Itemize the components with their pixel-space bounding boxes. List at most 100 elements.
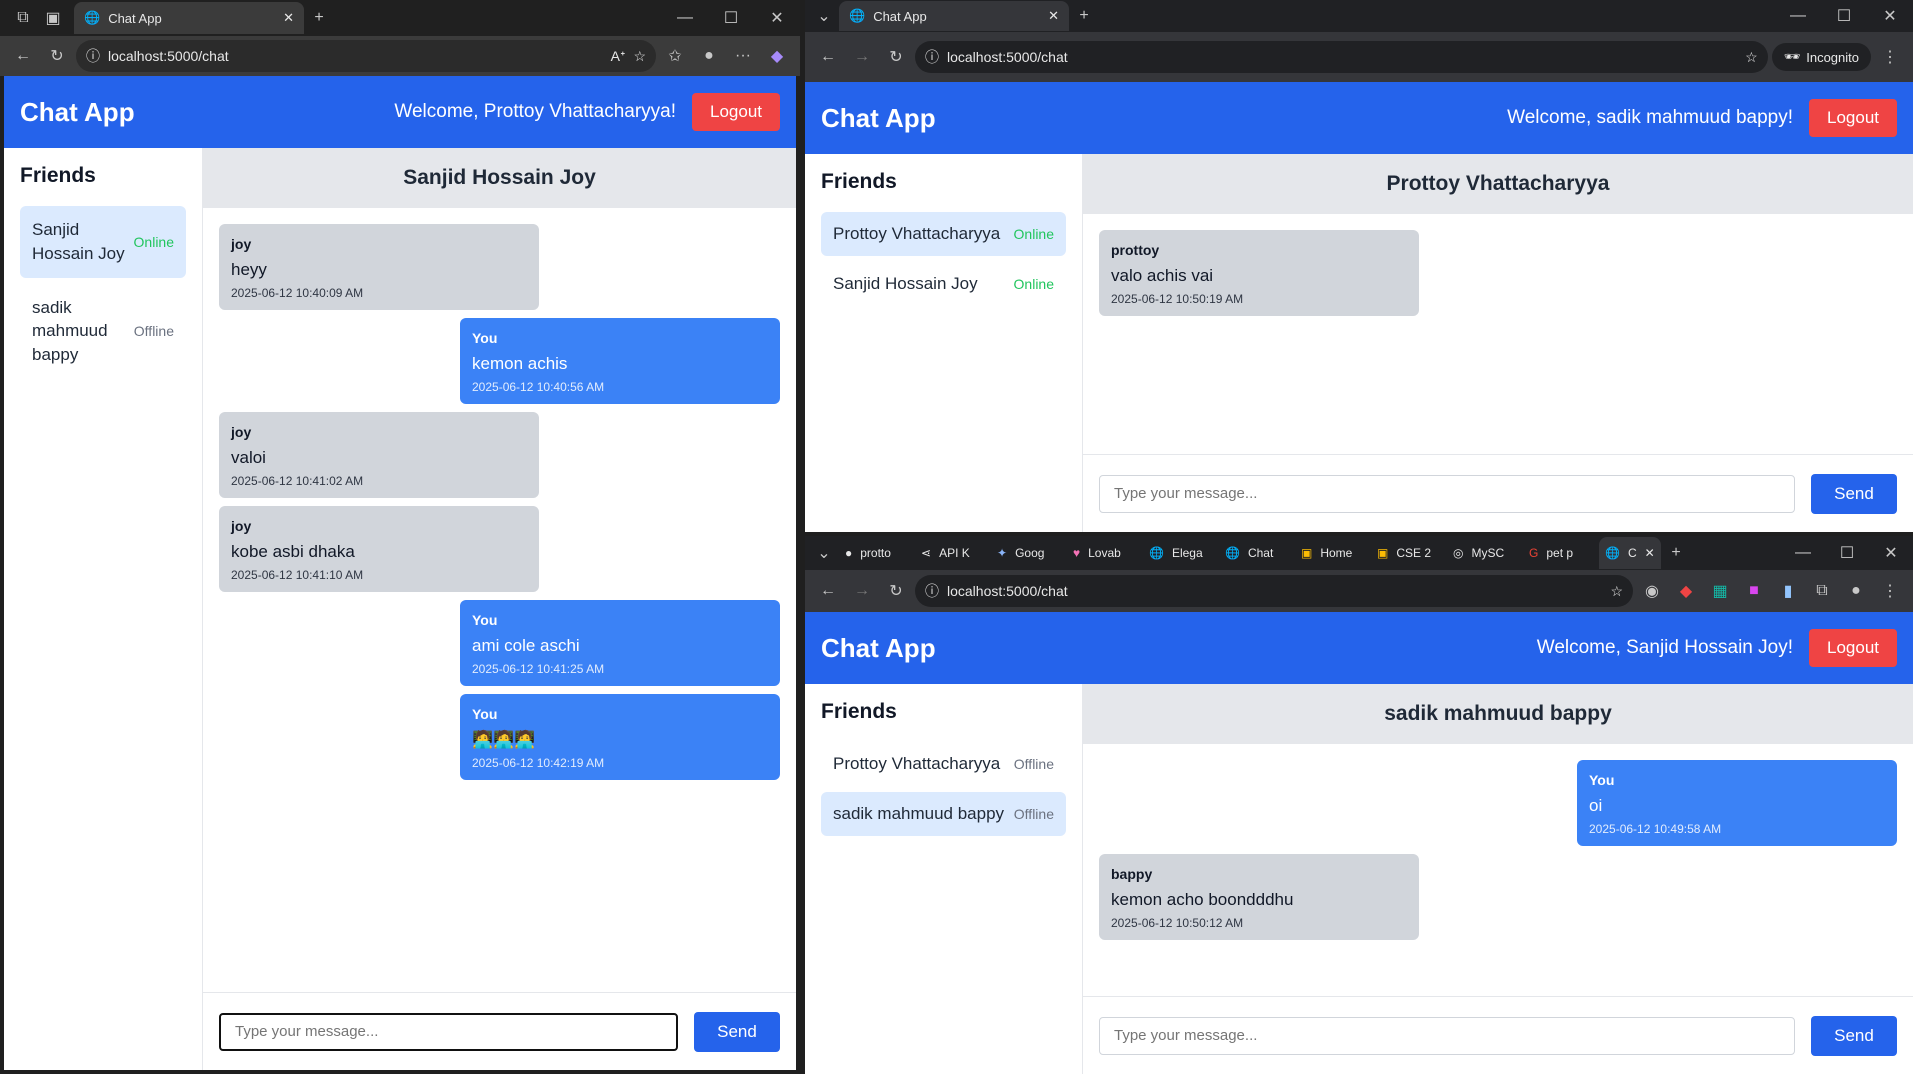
favorites-icon[interactable]: ✩ xyxy=(660,41,690,71)
incognito-badge[interactable]: 🕶 Incognito xyxy=(1771,43,1871,71)
logout-button[interactable]: Logout xyxy=(692,93,780,131)
tab-chat-app[interactable]: 🌐 Chat App ✕ xyxy=(74,2,304,34)
info-icon: ⓘ xyxy=(925,49,939,65)
refresh-icon[interactable]: ↻ xyxy=(42,41,72,71)
message-list: prottoy valo achis vai 2025-06-12 10:50:… xyxy=(1083,214,1913,454)
message-time: 2025-06-12 10:40:09 AM xyxy=(231,286,364,300)
url-text: localhost:5000/chat xyxy=(108,48,229,64)
bookmark-star-icon[interactable]: ☆ xyxy=(1610,583,1623,600)
friend-item[interactable]: Sanjid Hossain Joy Online xyxy=(20,206,186,278)
friend-item[interactable]: sadik mahmuud bappy Offline xyxy=(20,284,186,379)
maximize-icon[interactable]: ☐ xyxy=(1821,1,1867,31)
minimize-icon[interactable]: — xyxy=(1775,1,1821,31)
send-button[interactable]: Send xyxy=(1811,1015,1897,1056)
message-sender: bappy xyxy=(1111,866,1153,882)
chat-title: sadik mahmuud bappy xyxy=(1083,684,1913,744)
more-menu-icon[interactable]: ⋮ xyxy=(1875,576,1905,606)
incognito-label: Incognito xyxy=(1806,49,1859,65)
forward-icon[interactable]: → xyxy=(847,42,877,72)
message-sender: You xyxy=(1589,772,1615,788)
close-tab-icon[interactable]: ✕ xyxy=(1048,8,1059,24)
omnibox[interactable]: ⓘ localhost:5000/chat ☆ xyxy=(915,575,1633,607)
back-icon[interactable]: ← xyxy=(813,576,843,606)
more-menu-icon[interactable]: ⋮ xyxy=(1875,42,1905,72)
omnibox[interactable]: ⓘ localhost:5000/chat ☆ xyxy=(915,41,1768,73)
tab-item[interactable]: ⋖ API K xyxy=(915,537,991,569)
new-tab-icon[interactable]: + xyxy=(304,3,334,33)
message-input[interactable] xyxy=(1099,1016,1795,1055)
close-window-icon[interactable]: ✕ xyxy=(754,3,800,33)
favorite-star-icon[interactable]: ☆ xyxy=(633,48,646,65)
tab-item[interactable]: ◎ MySC xyxy=(1447,537,1523,569)
friend-item[interactable]: Prottoy Vhattacharyya Offline xyxy=(821,742,1066,786)
extension-icon[interactable]: ▦ xyxy=(1705,576,1735,606)
message-incoming: prottoy valo achis vai 2025-06-12 10:50:… xyxy=(1099,230,1419,316)
omnibox[interactable]: ⓘ localhost:5000/chat Aᐩ ☆ xyxy=(76,40,656,72)
bookmark-star-icon[interactable]: ☆ xyxy=(1745,49,1758,66)
read-aloud-icon[interactable]: Aᐩ xyxy=(611,48,626,65)
logout-button[interactable]: Logout xyxy=(1809,99,1897,137)
refresh-icon[interactable]: ↻ xyxy=(881,576,911,606)
minimize-icon[interactable]: — xyxy=(662,3,708,33)
friend-item[interactable]: Prottoy Vhattacharyya Online xyxy=(821,212,1066,256)
message-outgoing: You oi 2025-06-12 10:49:58 AM xyxy=(1577,760,1897,846)
friend-name: Sanjid Hossain Joy xyxy=(833,274,978,293)
tab-item[interactable]: ● protto xyxy=(839,537,915,569)
message-text: kobe asbi dhaka xyxy=(231,542,355,561)
message-input[interactable] xyxy=(219,1012,678,1051)
bottom-right-chat-app: Chat App Welcome, Sanjid Hossain Joy! Lo… xyxy=(805,612,1913,1074)
maximize-icon[interactable]: ☐ xyxy=(1825,538,1869,568)
chat-title: Sanjid Hossain Joy xyxy=(203,148,796,208)
send-button[interactable]: Send xyxy=(694,1011,780,1052)
classroom-icon: ▣ xyxy=(1377,546,1389,560)
new-tab-icon[interactable]: + xyxy=(1661,538,1691,568)
chat-title: Prottoy Vhattacharyya xyxy=(1083,154,1913,214)
app-header: Chat App Welcome, sadik mahmuud bappy! L… xyxy=(805,82,1913,154)
close-window-icon[interactable]: ✕ xyxy=(1869,538,1913,568)
workspaces-icon[interactable]: ⧉ xyxy=(8,3,38,33)
refresh-icon[interactable]: ↻ xyxy=(881,42,911,72)
more-menu-icon[interactable]: ··· xyxy=(728,41,758,71)
close-tab-icon[interactable]: ✕ xyxy=(1645,546,1655,560)
extension-icon[interactable]: ◆ xyxy=(1671,576,1701,606)
forward-icon[interactable]: → xyxy=(847,576,877,606)
tab-search-icon[interactable]: ⌄ xyxy=(809,538,839,568)
chrome-address-bar: ← → ↻ ⓘ localhost:5000/chat ☆ ◉ ◆ ▦ ■ ▮ … xyxy=(805,570,1913,612)
tab-item[interactable]: ▣ CSE 2 xyxy=(1371,537,1447,569)
extensions-puzzle-icon[interactable]: ⧉ xyxy=(1807,576,1837,606)
tab-actions-icon[interactable]: ▣ xyxy=(38,3,68,33)
tab-item[interactable]: ▣ Home xyxy=(1295,537,1371,569)
back-icon[interactable]: ← xyxy=(8,41,38,71)
close-tab-icon[interactable]: ✕ xyxy=(283,10,294,26)
back-icon[interactable]: ← xyxy=(813,42,843,72)
tab-title: C xyxy=(1627,546,1637,560)
minimize-icon[interactable]: — xyxy=(1781,538,1825,568)
copilot-icon[interactable]: ◆ xyxy=(762,41,792,71)
tab-item[interactable]: 🌐 Elega xyxy=(1143,537,1219,569)
friend-name: Sanjid Hossain Joy xyxy=(32,220,125,263)
tab-chat-app[interactable]: 🌐 Chat App ✕ xyxy=(839,1,1069,31)
extension-icon[interactable]: ■ xyxy=(1739,576,1769,606)
message-input[interactable] xyxy=(1099,474,1795,513)
extension-icon[interactable]: ▮ xyxy=(1773,576,1803,606)
tab-chat-app[interactable]: 🌐 C ✕ xyxy=(1599,537,1661,569)
mysc-icon: ◎ xyxy=(1453,546,1464,560)
tab-item[interactable]: 🌐 Chat xyxy=(1219,537,1295,569)
tab-item[interactable]: ✦ Goog xyxy=(991,537,1067,569)
tab-search-icon[interactable]: ⌄ xyxy=(809,1,839,31)
extension-icon[interactable]: ◉ xyxy=(1637,576,1667,606)
profile-avatar-icon[interactable]: ● xyxy=(1841,576,1871,606)
friend-name: sadik mahmuud bappy xyxy=(32,297,108,365)
friend-item[interactable]: sadik mahmuud bappy Offline xyxy=(821,792,1066,836)
maximize-icon[interactable]: ☐ xyxy=(708,3,754,33)
send-button[interactable]: Send xyxy=(1811,473,1897,514)
friend-item[interactable]: Sanjid Hossain Joy Online xyxy=(821,262,1066,306)
message-list: You oi 2025-06-12 10:49:58 AM bappy kemo… xyxy=(1083,744,1913,996)
tab-item[interactable]: Gpet p xyxy=(1523,537,1599,569)
friends-title: Friends xyxy=(821,700,897,723)
close-window-icon[interactable]: ✕ xyxy=(1867,1,1913,31)
tab-item[interactable]: ♥ Lovab xyxy=(1067,537,1143,569)
logout-button[interactable]: Logout xyxy=(1809,629,1897,667)
new-tab-icon[interactable]: + xyxy=(1069,1,1099,31)
profile-avatar-icon[interactable]: ● xyxy=(694,41,724,71)
